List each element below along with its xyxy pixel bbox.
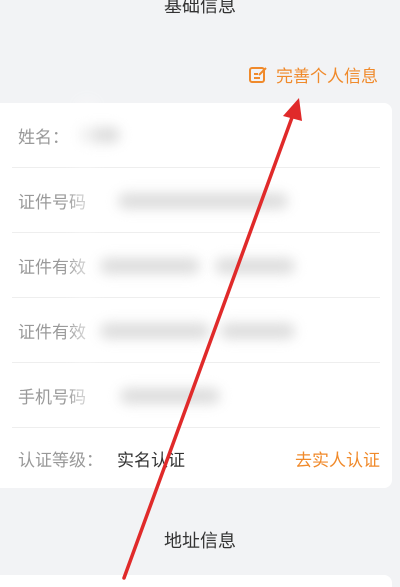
row-label: 证件号码	[18, 193, 86, 213]
info-row-id-validity-end: 证件有效	[0, 298, 392, 363]
info-row-phone: 手机号码	[0, 363, 392, 428]
info-row-id-number: 证件号码	[0, 168, 392, 233]
row-label: 姓名：	[18, 128, 69, 148]
info-row-name: 姓名：	[0, 103, 392, 168]
cert-level-value: 实名认证	[117, 450, 185, 471]
blurred-value	[120, 388, 220, 404]
cert-level-label: 认证等级：	[18, 450, 103, 471]
blurred-value	[215, 258, 295, 274]
privacy-mask	[78, 298, 92, 363]
blurred-value	[100, 258, 200, 274]
privacy-mask	[82, 103, 92, 168]
section-title-address: 地址信息	[164, 531, 236, 552]
address-card	[0, 575, 392, 587]
row-label: 证件有效	[18, 323, 86, 343]
face-verify-link[interactable]: 去实人认证	[295, 446, 380, 471]
row-label: 手机号码	[18, 388, 86, 408]
privacy-mask	[78, 363, 92, 428]
row-label: 证件有效	[18, 258, 86, 278]
blurred-value	[118, 193, 288, 209]
privacy-mask	[78, 233, 92, 298]
info-row-cert-level: 认证等级： 实名认证 去实人认证	[0, 428, 392, 488]
blurred-value	[220, 323, 295, 339]
complete-profile-label: 完善个人信息	[276, 67, 378, 87]
edit-icon	[249, 66, 267, 83]
privacy-mask	[78, 168, 92, 233]
info-row-id-validity-start: 证件有效	[0, 233, 392, 298]
complete-profile-link[interactable]: 完善个人信息	[248, 62, 378, 87]
basic-info-card: 姓名： 证件号码 证件有效 证件有效 手机号码 认证等级： 实名认证 去实人认证	[0, 103, 392, 488]
section-title-basic: 基础信息	[164, 0, 236, 17]
blurred-value	[100, 323, 210, 339]
